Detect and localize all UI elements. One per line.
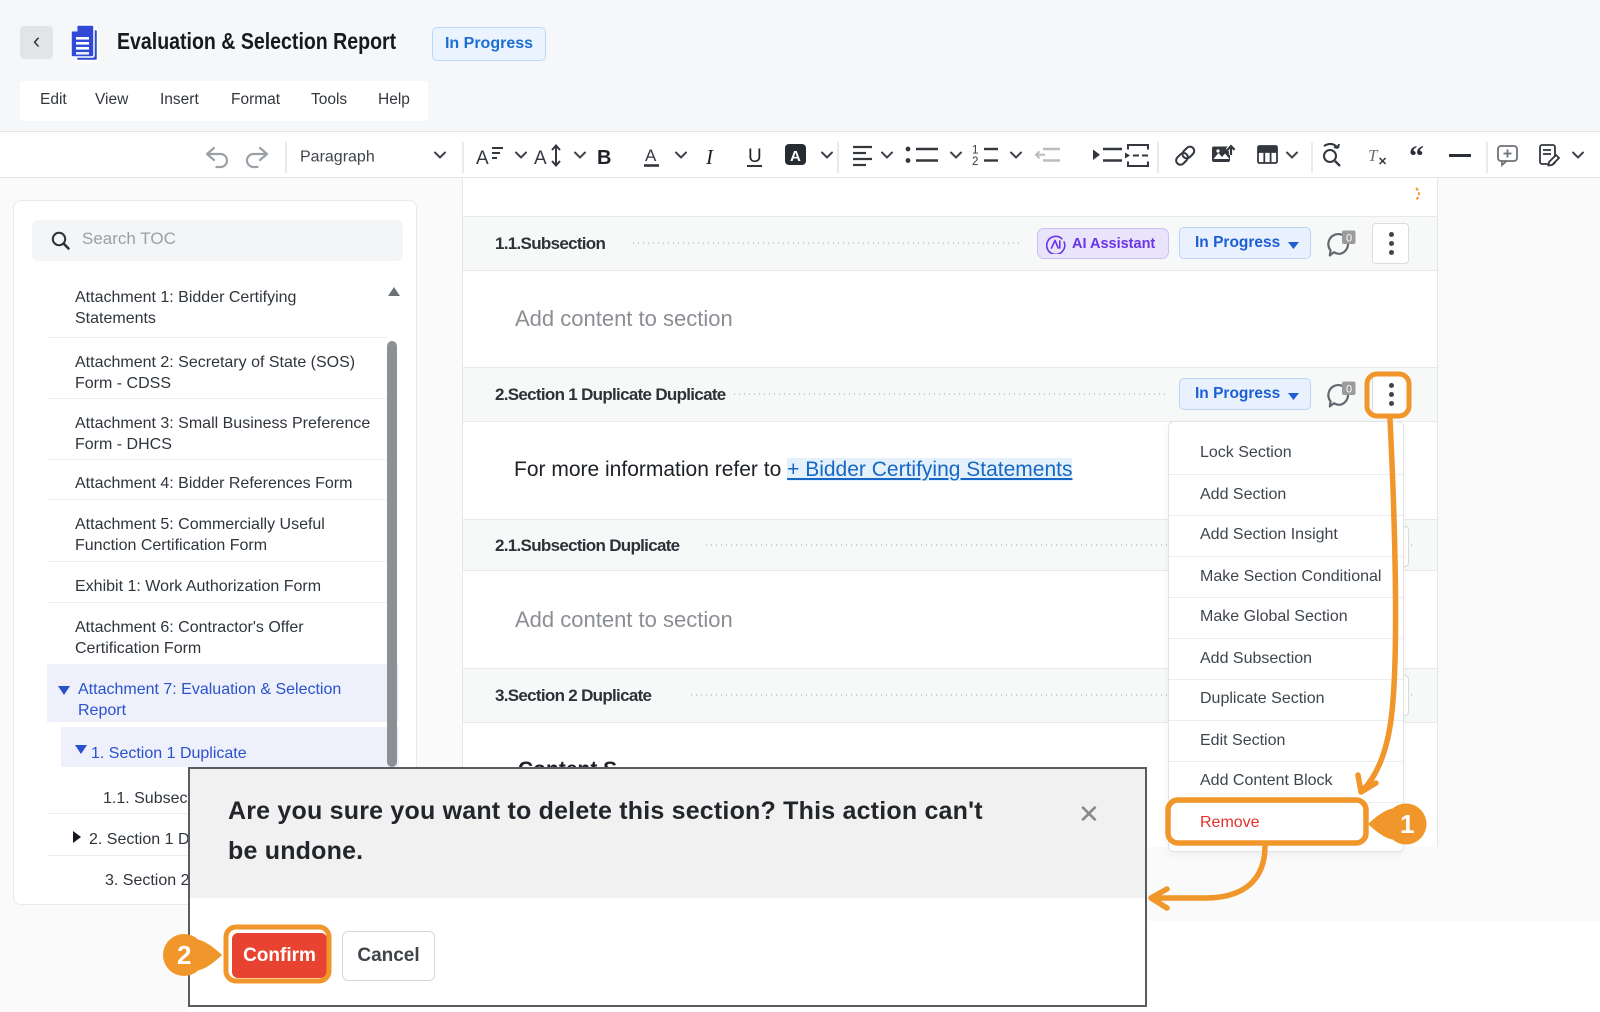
svg-text:A: A [534, 148, 547, 169]
svg-text:1: 1 [972, 145, 978, 157]
svg-text:A: A [476, 148, 489, 169]
svg-text:U: U [748, 146, 762, 167]
svg-text:Paragraph: Paragraph [300, 149, 375, 166]
svg-text:✕: ✕ [1378, 156, 1387, 168]
svg-text:0: 0 [1346, 383, 1352, 395]
svg-text:A: A [790, 148, 801, 165]
svg-text:“: “ [1409, 140, 1424, 173]
svg-text:0: 0 [1346, 232, 1352, 244]
svg-text:B: B [597, 147, 611, 169]
svg-text:I: I [705, 145, 714, 169]
svg-text:2: 2 [972, 156, 978, 168]
svg-text:A: A [645, 146, 657, 165]
